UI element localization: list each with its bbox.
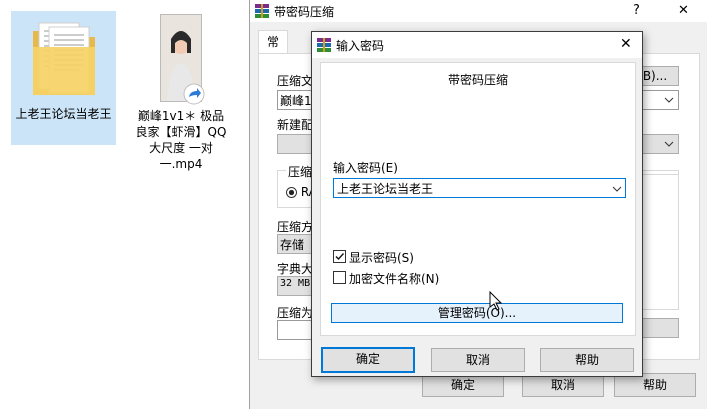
- tab-general[interactable]: 常规: [258, 30, 289, 71]
- chevron-down-icon: [664, 141, 674, 147]
- right-column-box: [637, 174, 679, 310]
- checkbox-unchecked-icon: [333, 271, 346, 284]
- browse-button-label: B)...: [642, 69, 668, 83]
- desktop: 上老王论坛当老王 巅峰1v1＊ 极品良家【虾滑】QQ大尺度 一对一.mp4 带密…: [0, 0, 707, 409]
- video-file-item[interactable]: 巅峰1v1＊ 极品良家【虾滑】QQ大尺度 一对一.mp4: [132, 10, 230, 180]
- password-dialog-title: 输入密码: [336, 39, 385, 53]
- show-password-label: 显示密码(S): [349, 251, 414, 265]
- dictionary-label: 字典大: [277, 262, 314, 276]
- encrypt-names-label: 加密文件名称(N): [349, 272, 440, 286]
- folder-item[interactable]: 上老王论坛当老王: [11, 11, 116, 145]
- close-icon[interactable]: ✕: [678, 3, 689, 18]
- cancel-button[interactable]: 取消: [431, 348, 525, 372]
- help-button[interactable]: 帮助: [540, 348, 634, 372]
- right-column-field[interactable]: [637, 318, 679, 338]
- folder-label: 上老王论坛当老王: [15, 107, 112, 121]
- password-dialog: 输入密码 ✕ 带密码压缩 输入密码(E) 上老王论坛当老王 显示密码(S) 加密…: [311, 31, 643, 377]
- method-value: 存储: [280, 238, 305, 252]
- password-dialog-body: 带密码压缩 输入密码(E) 上老王论坛当老王 显示密码(S) 加密文件名称(N)…: [320, 62, 636, 336]
- close-icon[interactable]: ✕: [620, 36, 632, 52]
- back-help-label: 帮助: [642, 378, 667, 392]
- password-dialog-titlebar: 输入密码 ✕: [312, 32, 642, 58]
- chevron-down-icon: [664, 97, 674, 103]
- checkbox-checked-icon: [333, 250, 346, 263]
- mouse-cursor-icon: [489, 291, 503, 311]
- manage-passwords-label: 管理密码(O)...: [437, 306, 517, 320]
- back-ok-label: 确定: [450, 378, 475, 392]
- winrar-icon: [317, 38, 331, 52]
- winrar-icon: [255, 4, 269, 18]
- archive-name-label: 压缩文: [277, 74, 314, 88]
- cancel-button-label: 取消: [465, 353, 490, 367]
- radio-selected-icon: [286, 187, 297, 198]
- dictionary-value: 32 MB: [280, 278, 311, 289]
- video-file-label: 巅峰1v1＊ 极品良家【虾滑】QQ大尺度 一对一.mp4: [135, 109, 227, 171]
- dialog-header: 带密码压缩: [447, 73, 508, 87]
- split-label: 压缩为: [277, 306, 314, 320]
- help-button-label: 帮助: [574, 353, 599, 367]
- compression-window-titlebar: 带密码压缩 ? ✕: [250, 0, 707, 22]
- shortcut-arrow-icon: [183, 83, 205, 105]
- new-profile-label: 新建配: [277, 118, 314, 132]
- password-value: 上老王论坛当老王: [337, 182, 434, 196]
- help-icon[interactable]: ?: [633, 3, 640, 18]
- chevron-down-icon[interactable]: [612, 185, 622, 193]
- folder-icon: [33, 22, 95, 95]
- back-cancel-label: 取消: [550, 378, 575, 392]
- compression-window-title: 带密码压缩: [274, 5, 335, 19]
- ok-button[interactable]: 确定: [321, 347, 415, 373]
- password-input[interactable]: 上老王论坛当老王: [333, 178, 626, 198]
- ok-button-label: 确定: [355, 352, 380, 366]
- manage-passwords-button[interactable]: 管理密码(O)...: [331, 303, 623, 323]
- password-label: 输入密码(E): [333, 161, 398, 175]
- method-label: 压缩方: [277, 220, 314, 234]
